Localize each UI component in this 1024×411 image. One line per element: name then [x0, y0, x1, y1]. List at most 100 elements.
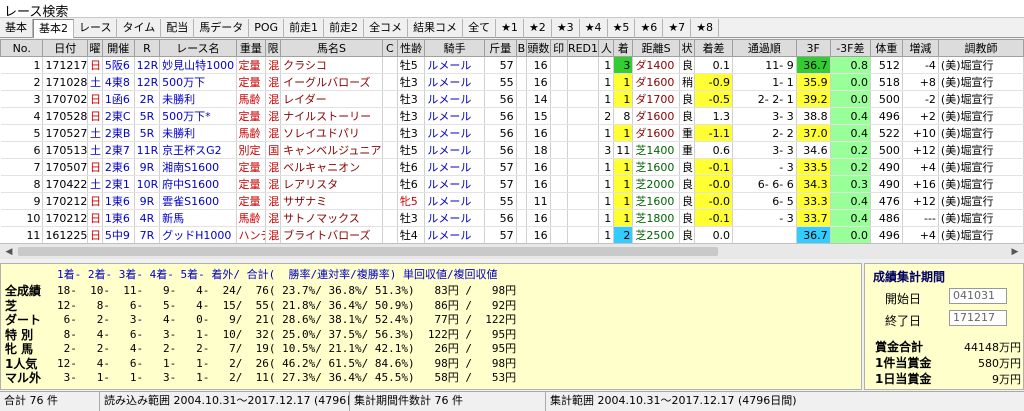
- column-header-3[interactable]: 開催: [101, 39, 135, 57]
- table-row[interactable]: 5 170527 土 2東B 5R 未勝利 馬齢混ソレイユドパリ 牡3 ルメール 56 16 1 1 ダ1…: [0, 124, 1024, 142]
- cell-zougen: +4: [902, 158, 939, 176]
- column-header-4[interactable]: R: [133, 39, 161, 57]
- table-row[interactable]: 1 171217 日 5阪6 12R 妙見山特1000 定量混クラシコ 牡5 ルメール 57 16 1…: [0, 56, 1024, 74]
- cell-race: 未勝利: [159, 90, 237, 108]
- table-row[interactable]: 4 170528 日 2東C 5R 500万下* 定量混ナイルストーリー 牡3 ルメール 56 15…: [0, 107, 1024, 125]
- column-header-26[interactable]: 増減: [901, 39, 939, 57]
- column-header-13[interactable]: B: [515, 39, 528, 57]
- tab-0[interactable]: 基本: [0, 19, 33, 38]
- column-header-25[interactable]: 体重: [870, 39, 903, 57]
- cell-red1: [567, 56, 600, 74]
- stats-row-values: 8- 4- 6- 3- 1- 10/ 32( 25.0%/ 37.5%/ 56.…: [57, 327, 517, 341]
- column-header-22[interactable]: 通過順: [732, 39, 797, 57]
- cell-kinryo: 57: [484, 175, 517, 193]
- column-header-27[interactable]: 調教師: [937, 39, 1024, 57]
- cell-kyori: 芝2000: [632, 175, 681, 193]
- table-row[interactable]: 8 170422 土 2東1 10R 府中S1600 定量混レアリスタ 牡6 ルメール 57 16 1…: [0, 175, 1024, 193]
- column-header-1[interactable]: 日付: [42, 39, 88, 57]
- cell-jyo: 良: [679, 158, 695, 176]
- tab-8[interactable]: 前走2: [324, 19, 365, 38]
- cell-jyuryo: 定量: [236, 158, 267, 176]
- cell-f3: 33.3: [796, 192, 831, 210]
- column-header-17[interactable]: 人: [598, 39, 615, 57]
- tab-4[interactable]: 配当: [161, 19, 195, 38]
- tab-18[interactable]: ★7: [663, 19, 692, 38]
- cell-dow: 日: [87, 158, 103, 176]
- cell-race: 府中S1600: [159, 175, 237, 193]
- tab-9[interactable]: 全コメ: [364, 19, 409, 38]
- column-header-5[interactable]: レース名: [159, 39, 237, 57]
- cell-no: 4: [0, 107, 44, 125]
- stats-panel: 1着- 2着- 3着- 4着- 5着- 着外/ 合計( 勝率/連対率/複勝率) …: [0, 263, 862, 390]
- cell-trainer: (美)堀宣行: [938, 175, 1024, 193]
- column-header-21[interactable]: 着差: [693, 39, 734, 57]
- scroll-right-icon[interactable]: ▶: [1008, 245, 1022, 259]
- column-header-20[interactable]: 状: [679, 39, 695, 57]
- scroll-left-icon[interactable]: ◀: [2, 245, 16, 259]
- tab-16[interactable]: ★5: [608, 19, 636, 38]
- table-row[interactable]: 10 170212 日 1東6 4R 新馬 馬齢混サトノマックス 牡3 ルメール 56 16 1 1 芝1…: [0, 209, 1024, 227]
- cell-f3diff: 0.2: [830, 158, 872, 176]
- table-row[interactable]: 11161225日5中97RグッドH1000ハンデ混ブライトバローズ牡4ルメール…: [0, 226, 1024, 243]
- table-row[interactable]: 7 170507 日 2東6 9R 湘南S1600 定量混ベルキャニオン 牡6 ルメール 57 16…: [0, 158, 1024, 176]
- cell-tsuka: [732, 226, 797, 243]
- tab-12[interactable]: ★1: [496, 19, 524, 38]
- column-header-18[interactable]: 着: [613, 39, 634, 57]
- tab-1[interactable]: 基本2: [33, 19, 74, 38]
- start-date-field[interactable]: 041031: [949, 288, 1007, 304]
- column-header-6[interactable]: 重量: [235, 39, 267, 57]
- tab-2[interactable]: レース: [74, 19, 118, 38]
- column-header-0[interactable]: No.: [0, 39, 44, 57]
- cell-chaku: 1: [613, 175, 634, 193]
- horizontal-scrollbar[interactable]: ◀ ▶: [0, 243, 1024, 259]
- column-header-14[interactable]: 頭数: [526, 39, 551, 57]
- tab-10[interactable]: 結果コメ: [408, 19, 464, 38]
- tab-13[interactable]: ★2: [524, 19, 552, 38]
- tab-5[interactable]: 馬データ: [194, 19, 250, 38]
- cell-gen: 混: [265, 56, 282, 74]
- column-header-19[interactable]: 距離S: [632, 39, 681, 57]
- cell-sexage: 牡3: [397, 209, 426, 227]
- tab-19[interactable]: ★8: [691, 19, 720, 38]
- column-header-2[interactable]: 曜: [87, 39, 103, 57]
- cell-kaisai: 5中9: [102, 226, 135, 243]
- end-date-field[interactable]: 171217: [949, 310, 1007, 326]
- cell-kinryo: 55: [484, 73, 517, 91]
- table-row[interactable]: 3 170702 日 1函6 2R 未勝利 馬齢混レイダー 牡3 ルメール 56 14 1 1 ダ1700…: [0, 90, 1024, 108]
- column-header-23[interactable]: 3F: [795, 39, 831, 57]
- column-header-12[interactable]: 斤量: [483, 39, 517, 57]
- column-header-9[interactable]: C: [381, 39, 398, 57]
- tab-6[interactable]: POG: [249, 19, 285, 38]
- cell-f3: 36.7: [796, 226, 831, 243]
- cell-trainer: (美)堀宣行: [938, 209, 1024, 227]
- table-row[interactable]: 9 170212 日 1東6 9R 雲雀S1600 定量混サザナミ 牝5 ルメール 55 11 1 1 芝…: [0, 192, 1024, 210]
- table-row[interactable]: 6 170513 土 2東7 11R 京王杯スG2 別定国キャンベルジュニア 牡5 ルメール 56…: [0, 141, 1024, 159]
- cell-tsuka: - 3: [732, 209, 797, 227]
- column-header-24[interactable]: -3F差: [829, 39, 872, 57]
- column-header-15[interactable]: 印: [549, 39, 568, 57]
- column-header-7[interactable]: 限: [265, 39, 282, 57]
- cell-b: [516, 56, 528, 74]
- cell-gen: 混: [265, 209, 282, 227]
- cell-kyori: 芝1800: [632, 209, 681, 227]
- tab-11[interactable]: 全て: [463, 19, 497, 38]
- cell-nin: 1: [598, 90, 615, 108]
- cell-kyori: ダ1600: [632, 107, 681, 125]
- column-header-16[interactable]: RED1: [566, 39, 600, 57]
- tab-17[interactable]: ★6: [635, 19, 664, 38]
- cell-tsuka: 3- 3: [732, 141, 797, 159]
- column-header-11[interactable]: 騎手: [424, 39, 485, 57]
- table-row[interactable]: 2 171028 土 4東8 12R 500万下 定量混イーグルバローズ 牡3 ルメール 55 16…: [0, 73, 1024, 91]
- column-header-8[interactable]: 馬名S: [280, 39, 383, 57]
- tab-7[interactable]: 前走1: [284, 19, 325, 38]
- cell-horse: サトノマックス: [280, 209, 383, 227]
- race-results-grid[interactable]: No. 日付曜開催 R レース名 重量限馬名S C 性齢 騎手 斤量 B 頭数印 RED1 人着距離S 状…: [0, 39, 1024, 243]
- cell-red1: [567, 158, 600, 176]
- tab-14[interactable]: ★3: [552, 19, 580, 38]
- cell-sexage: 牡6: [397, 175, 426, 193]
- scrollbar-thumb[interactable]: [18, 247, 718, 256]
- tab-3[interactable]: タイム: [117, 19, 162, 38]
- column-header-10[interactable]: 性齢: [396, 39, 426, 57]
- cell-sexage: 牡3: [397, 124, 426, 142]
- tab-15[interactable]: ★4: [580, 19, 608, 38]
